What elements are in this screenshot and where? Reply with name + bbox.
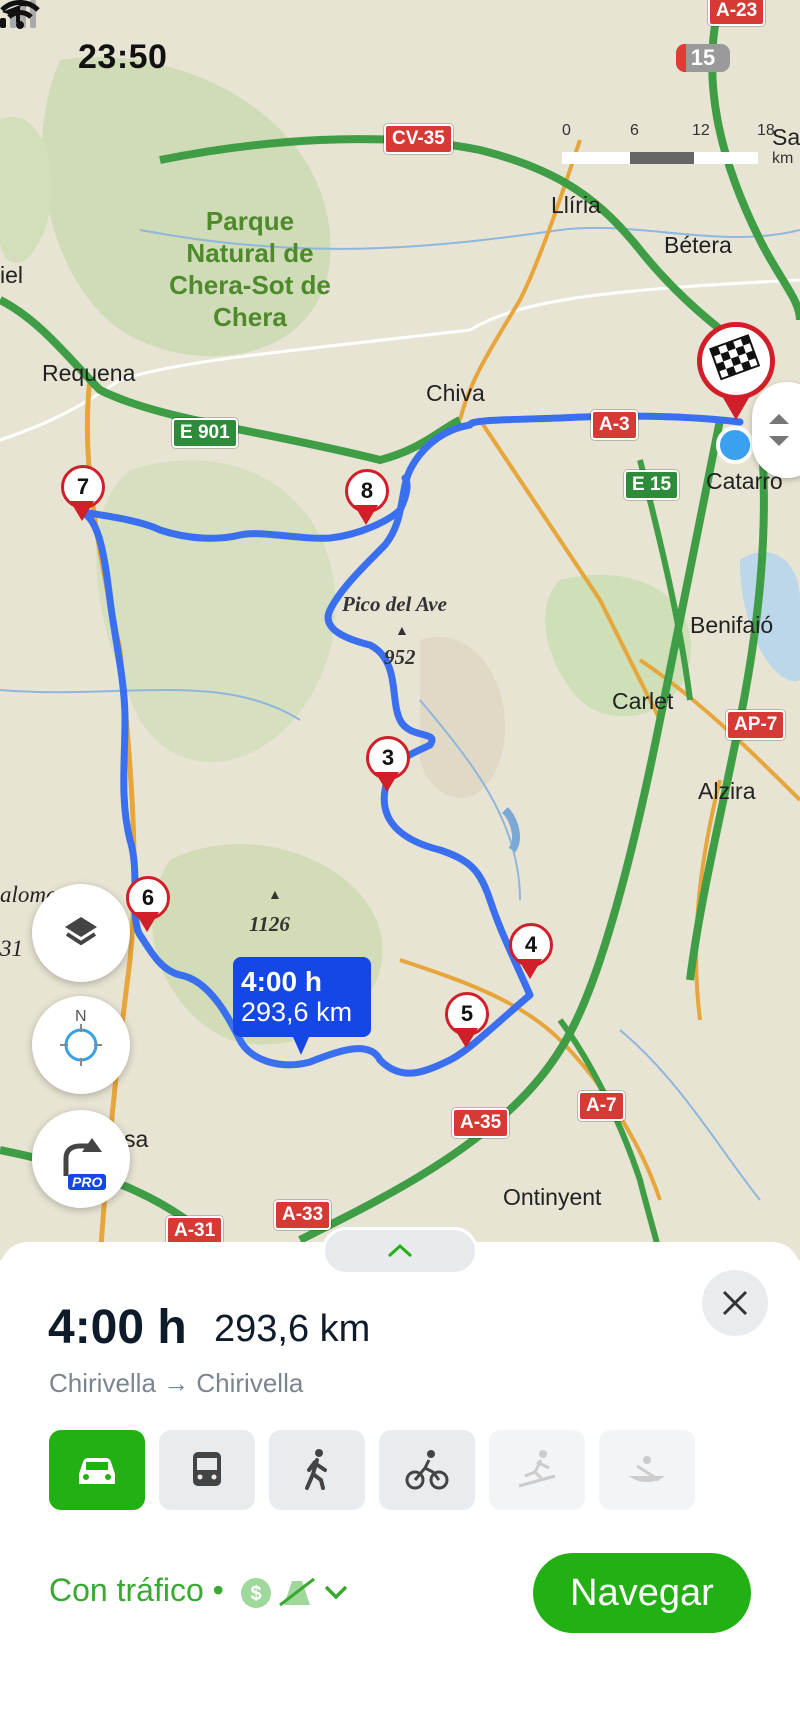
place-betera: Bétera — [664, 232, 732, 258]
compass-button[interactable]: N — [32, 996, 130, 1094]
mode-walk-button[interactable] — [269, 1430, 365, 1510]
chevron-down-icon — [324, 1585, 348, 1600]
route-summary-callout[interactable]: 4:00 h 293,6 km — [233, 957, 371, 1055]
road-shield: E 901 — [172, 418, 238, 448]
place-partial-iel: iel — [0, 262, 24, 288]
status-bar: 23:50 15 — [0, 0, 800, 120]
road-shield: A-33 — [274, 1200, 332, 1230]
peak-name: Pico del Ave — [342, 592, 447, 616]
place-benifaio: Benifaió — [690, 612, 774, 638]
layers-button[interactable] — [32, 884, 130, 982]
canoe-icon — [629, 1456, 665, 1482]
route-distance: 293,6 km — [214, 1308, 371, 1350]
peak-triangle-icon: ▲ — [395, 624, 409, 639]
road-shield: A-35 — [452, 1108, 510, 1138]
road-shield: AP-7 — [726, 710, 786, 740]
waypoint-marker[interactable]: 6 — [126, 876, 170, 932]
chevron-up-icon — [387, 1243, 413, 1258]
finish-flag-icon[interactable] — [697, 322, 775, 400]
road-shield: A-3 — [591, 410, 638, 440]
layers-icon — [65, 917, 97, 946]
waypoint-marker[interactable]: 7 — [61, 465, 105, 521]
side-panel-handle[interactable] — [752, 382, 800, 478]
sheet-expand-handle[interactable] — [322, 1227, 478, 1275]
map-scale: 0 6 12 18 km — [562, 122, 794, 167]
mode-car-button[interactable] — [49, 1430, 145, 1510]
navigate-button[interactable]: Navegar — [533, 1553, 751, 1633]
place-requena: Requena — [42, 360, 136, 386]
toll-icon: $ — [241, 1578, 271, 1608]
waypoint-marker[interactable]: 8 — [345, 469, 389, 525]
walking-person-icon — [305, 1449, 327, 1490]
close-button[interactable] — [702, 1270, 768, 1336]
close-icon — [722, 1290, 748, 1316]
road-shield: E 15 — [624, 470, 680, 500]
peak-elevation: 952 — [384, 645, 416, 669]
waypoint-marker[interactable]: 5 — [445, 992, 489, 1048]
mode-ski-button[interactable] — [489, 1430, 585, 1510]
battery-indicator: 15 — [676, 44, 730, 72]
svg-text:$: $ — [250, 1583, 261, 1605]
route-options-icons[interactable]: $ — [240, 1575, 350, 1616]
highway-avoid-icon — [279, 1577, 315, 1607]
place-carlet: Carlet — [612, 688, 674, 714]
peak-triangle-icon: ▲ — [268, 888, 282, 903]
waypoint-marker[interactable]: 3 — [366, 736, 410, 792]
cyclist-icon — [405, 1450, 449, 1490]
status-time: 23:50 — [78, 38, 168, 76]
place-lliria: Llíria — [551, 192, 601, 218]
route-endpoints: Chirivella → Chirivella — [49, 1368, 304, 1398]
pro-badge: PRO — [68, 1174, 107, 1190]
route-duration: 4:00 h — [48, 1301, 187, 1354]
park-label: Parque Natural de Chera-Sot de Chera — [169, 206, 331, 332]
ski-icon — [518, 1450, 556, 1488]
current-location-icon — [716, 426, 754, 464]
place-chiva: Chiva — [426, 380, 485, 406]
mode-boat-button[interactable] — [599, 1430, 695, 1510]
directions-pro-button[interactable]: PRO — [32, 1110, 130, 1208]
road-shield: A-7 — [578, 1091, 625, 1121]
peak-elevation: 1126 — [249, 912, 290, 936]
route-options-dropdown[interactable]: Con tráfico • — [49, 1572, 224, 1609]
place-partial-31: 31 — [0, 936, 23, 961]
waypoint-marker[interactable]: 4 — [509, 923, 553, 979]
compass-crosshair-icon — [60, 1024, 102, 1066]
place-alzira: Alzira — [698, 778, 756, 804]
bus-icon — [193, 1452, 221, 1486]
car-icon — [79, 1458, 115, 1484]
road-shield: CV-35 — [384, 124, 453, 154]
mode-bus-button[interactable] — [159, 1430, 255, 1510]
wifi-icon — [0, 0, 40, 29]
place-ontinyent: Ontinyent — [503, 1184, 602, 1210]
mode-bike-button[interactable] — [379, 1430, 475, 1510]
map-view[interactable]: Parque Natural de Chera-Sot de Chera Llí… — [0, 0, 800, 1260]
directions-icon — [63, 1138, 102, 1176]
expand-vertical-icon — [769, 414, 789, 446]
